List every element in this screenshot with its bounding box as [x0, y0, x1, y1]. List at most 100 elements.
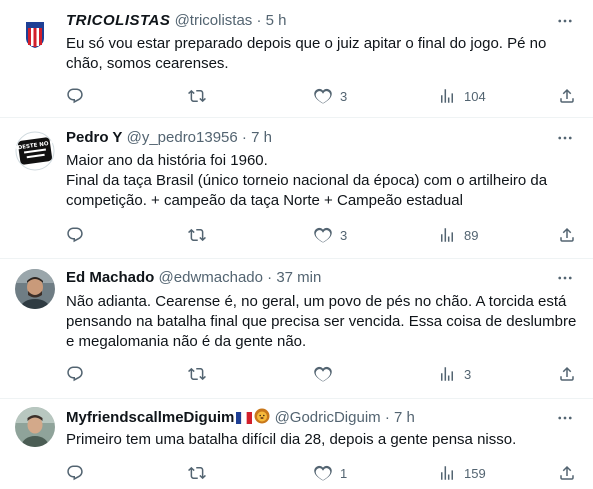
avatar[interactable]: NORDESTE NO PAIS — [15, 131, 55, 171]
views-button[interactable]: 104 — [438, 86, 486, 106]
more-icon — [558, 276, 572, 280]
views-count: 159 — [464, 465, 486, 481]
reply-icon — [67, 366, 83, 382]
share-icon — [560, 465, 574, 480]
more-options-button[interactable] — [555, 128, 575, 148]
avatar[interactable] — [15, 269, 55, 309]
reply-button[interactable] — [66, 86, 92, 106]
share-icon — [560, 366, 574, 381]
retweet-icon — [188, 89, 206, 103]
share-button[interactable] — [558, 364, 576, 384]
tweet-text-line: Maior ano da história foi 1960. — [66, 152, 268, 169]
more-icon — [558, 136, 572, 140]
like-button[interactable] — [314, 364, 340, 384]
like-button[interactable]: 3 — [314, 86, 347, 106]
views-button[interactable]: 159 — [438, 463, 486, 483]
tweet-text: Não adianta. Cearense é, no geral, um po… — [66, 292, 578, 352]
reply-button[interactable] — [66, 225, 92, 245]
reply-icon — [67, 227, 83, 243]
views-chart-icon — [441, 367, 453, 381]
crest-logo-icon — [15, 13, 55, 53]
retweet-button[interactable] — [188, 364, 214, 384]
separator: · — [256, 12, 262, 29]
display-name[interactable]: MyfriendscallmeDiguim — [66, 409, 234, 426]
separator: · — [241, 129, 247, 146]
tweet-text-line: Final da taça Brasil (único torneio naci… — [66, 172, 548, 209]
retweet-button[interactable] — [188, 86, 214, 106]
profile-photo-icon — [15, 269, 55, 309]
heart-icon — [314, 227, 332, 243]
tweet-actions: 3 89 — [66, 225, 582, 245]
tweet[interactable]: TRICOLISTAS @tricolistas · 5 h Eu só vou… — [0, 0, 593, 118]
heart-icon — [314, 366, 332, 382]
views-chart-icon — [441, 466, 453, 480]
user-handle[interactable]: @edwmachado — [159, 269, 263, 286]
france-flag-icon — [236, 410, 253, 430]
timestamp[interactable]: 7 h — [394, 409, 415, 426]
tweet-text-line: Não adianta. Cearense é, no geral, um po… — [66, 293, 577, 350]
like-count: 3 — [340, 227, 348, 243]
separator: · — [384, 409, 390, 426]
retweet-icon — [188, 228, 206, 242]
tweet-actions: 1 159 — [66, 463, 582, 483]
lion-face-icon — [254, 408, 270, 430]
more-options-button[interactable] — [555, 11, 575, 31]
tweet-header: Pedro Y @y_pedro13956 · 7 h — [66, 128, 272, 148]
tweet-actions: 3 — [66, 364, 582, 384]
display-name[interactable]: TRICOLISTAS — [66, 12, 170, 29]
retweet-button[interactable] — [188, 225, 214, 245]
tweet-text-line: Eu só vou estar preparado depois que o j… — [66, 35, 547, 72]
tweet-text: Primeiro tem uma batalha difícil dia 28,… — [66, 430, 578, 450]
tweet-text: Maior ano da história foi 1960. Final da… — [66, 151, 578, 211]
timestamp[interactable]: 5 h — [266, 12, 287, 29]
more-icon — [558, 416, 572, 420]
more-options-button[interactable] — [555, 408, 575, 428]
tweet[interactable]: MyfriendscallmeDiguim @GodricDiguim · 7 … — [0, 399, 593, 489]
user-handle[interactable]: @y_pedro13956 — [127, 129, 238, 146]
timestamp[interactable]: 37 min — [276, 269, 321, 286]
share-button[interactable] — [558, 463, 576, 483]
views-count: 89 — [464, 227, 479, 243]
sticker-logo-icon: NORDESTE NO PAIS — [15, 131, 55, 171]
reply-button[interactable] — [66, 364, 92, 384]
views-button[interactable]: 89 — [438, 225, 478, 245]
share-icon — [560, 88, 574, 103]
views-chart-icon — [441, 89, 453, 103]
more-options-button[interactable] — [555, 268, 575, 288]
retweet-button[interactable] — [188, 463, 214, 483]
reply-icon — [67, 88, 83, 104]
tweet-actions: 3 104 — [66, 86, 582, 106]
retweet-icon — [188, 466, 206, 480]
reply-icon — [67, 465, 83, 481]
views-chart-icon — [441, 228, 453, 242]
heart-icon — [314, 465, 332, 481]
retweet-icon — [188, 367, 206, 381]
tweet-text-line: Primeiro tem uma batalha difícil dia 28,… — [66, 431, 517, 448]
like-button[interactable]: 1 — [314, 463, 347, 483]
avatar[interactable] — [15, 407, 55, 447]
tweet-header: Ed Machado @edwmachado · 37 min — [66, 268, 321, 288]
tweet-header: MyfriendscallmeDiguim @GodricDiguim · 7 … — [66, 408, 415, 430]
display-name[interactable]: Ed Machado — [66, 269, 154, 286]
like-button[interactable]: 3 — [314, 225, 347, 245]
display-name[interactable]: Pedro Y — [66, 129, 122, 146]
separator: · — [267, 269, 273, 286]
heart-icon — [314, 88, 332, 104]
share-icon — [560, 227, 574, 242]
like-count: 3 — [340, 88, 348, 104]
avatar[interactable] — [15, 13, 55, 53]
like-count: 1 — [340, 465, 348, 481]
share-button[interactable] — [558, 86, 576, 106]
user-handle[interactable]: @tricolistas — [175, 12, 253, 29]
user-handle[interactable]: @GodricDiguim — [275, 409, 381, 426]
tweet[interactable]: NORDESTE NO PAIS Pedro Y @y_pedro13956 ·… — [0, 118, 593, 259]
reply-button[interactable] — [66, 463, 92, 483]
timestamp[interactable]: 7 h — [251, 129, 272, 146]
tweet-text: Eu só vou estar preparado depois que o j… — [66, 34, 578, 74]
views-count: 3 — [464, 366, 472, 382]
tweet[interactable]: Ed Machado @edwmachado · 37 min Não adia… — [0, 259, 593, 399]
views-button[interactable]: 3 — [438, 364, 471, 384]
share-button[interactable] — [558, 225, 576, 245]
more-icon — [558, 19, 572, 23]
profile-photo-icon — [15, 407, 55, 447]
